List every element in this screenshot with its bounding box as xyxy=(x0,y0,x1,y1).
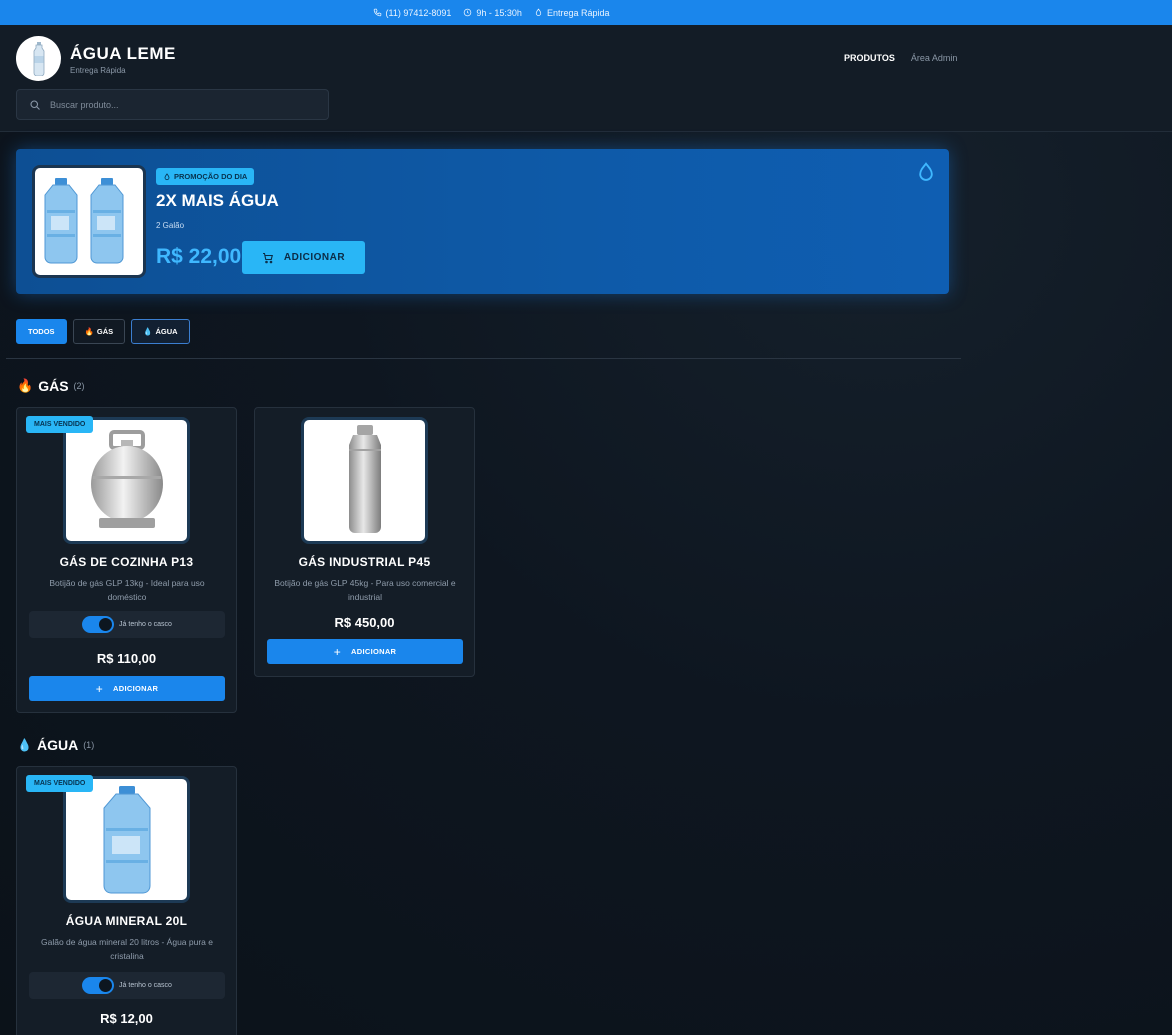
water-bottle-icon xyxy=(33,41,44,76)
filter-gas[interactable]: 🔥 GÁS xyxy=(72,319,126,344)
filter-agua[interactable]: 💧 ÁGUA xyxy=(131,319,190,344)
fire-icon: 🔥 xyxy=(84,327,94,336)
product-image xyxy=(63,776,190,903)
phone-info: (11) 97412-8091 xyxy=(373,7,452,18)
product-description: Botijão de gás GLP 45kg - Para uso comer… xyxy=(274,578,456,602)
filter-todos-label: TODOS xyxy=(28,327,55,336)
promo-add-button[interactable]: ADICIONAR xyxy=(242,241,365,274)
phone-text: (11) 97412-8091 xyxy=(385,7,452,18)
add-button[interactable]: + ADICIONAR xyxy=(29,676,225,701)
promo-product-image xyxy=(32,165,146,278)
droplet-icon xyxy=(916,161,936,188)
add-button-label: ADICIONAR xyxy=(351,647,397,656)
own-casco-switch[interactable] xyxy=(82,977,115,994)
filter-gas-label: GÁS xyxy=(96,327,114,336)
product-price: R$ 110,00 xyxy=(96,651,157,666)
own-casco-toggle-row[interactable]: Já tenho o casco xyxy=(29,611,225,638)
nav-admin[interactable]: Área Admin xyxy=(911,53,958,63)
section-title-gas: 🔥 GÁS (2) xyxy=(17,378,85,394)
best-seller-badge: MAIS VENDIDO xyxy=(26,775,94,792)
filter-agua-label: ÁGUA xyxy=(155,327,178,336)
brand-logo[interactable] xyxy=(16,36,61,81)
product-image xyxy=(63,417,190,544)
search-icon xyxy=(30,99,40,110)
main-nav: PRODUTOS Área Admin xyxy=(844,53,957,63)
brand-tagline: Entrega Rápida xyxy=(70,66,126,75)
clock-icon xyxy=(464,8,472,17)
product-name: GÁS INDUSTRIAL P45 xyxy=(298,555,431,569)
gas-cylinder-p13-image xyxy=(90,429,163,528)
hours-text: 9h - 15:30h xyxy=(476,7,522,18)
toggle-label: Já tenho o casco xyxy=(119,982,172,989)
plus-icon: + xyxy=(95,681,104,696)
toggle-label: Já tenho o casco xyxy=(119,621,172,628)
product-description: Galão de água mineral 20 litros - Água p… xyxy=(41,937,213,961)
add-button[interactable]: + ADICIONAR xyxy=(267,639,463,664)
product-card-gas-p13: MAIS VENDIDO GÁS DE COZINHA P13 Botijão … xyxy=(16,407,237,713)
cart-icon xyxy=(262,252,273,263)
droplet-icon xyxy=(164,172,170,180)
section-divider xyxy=(6,358,961,359)
site-header: ÁGUA LEME Entrega Rápida PRODUTOS Área A… xyxy=(0,25,1172,132)
section-name: GÁS xyxy=(38,378,69,394)
promo-price: R$ 22,00 xyxy=(156,245,242,268)
filter-todos[interactable]: TODOS xyxy=(16,319,67,344)
droplet-icon: 💧 xyxy=(17,738,32,752)
promo-badge: PROMOÇÃO DO DIA xyxy=(156,168,255,185)
add-button-label: ADICIONAR xyxy=(113,684,159,693)
water-gallons-image xyxy=(44,177,124,263)
search-input[interactable] xyxy=(50,99,310,110)
product-name: GÁS DE COZINHA P13 xyxy=(59,555,194,569)
section-count: (2) xyxy=(73,381,85,391)
brand-name: ÁGUA LEME xyxy=(70,44,176,63)
product-price: R$ 12,00 xyxy=(100,1011,153,1026)
product-name: ÁGUA MINERAL 20L xyxy=(65,914,188,928)
promo-banner: PROMOÇÃO DO DIA 2X MAIS ÁGUA 2 Galão R$ … xyxy=(16,149,949,294)
product-image xyxy=(301,417,428,544)
promo-title: 2X MAIS ÁGUA xyxy=(156,191,279,210)
top-info-bar: (11) 97412-8091 9h - 15:30h Entrega Rápi… xyxy=(0,0,1172,25)
nav-produtos[interactable]: PRODUTOS xyxy=(844,53,895,63)
own-casco-switch[interactable] xyxy=(82,616,115,633)
gas-cylinder-p45-image xyxy=(348,425,381,533)
promo-add-label: ADICIONAR xyxy=(283,252,346,263)
best-seller-badge: MAIS VENDIDO xyxy=(26,416,94,433)
promo-subtitle: 2 Galão xyxy=(156,221,185,230)
promo-badge-text: PROMOÇÃO DO DIA xyxy=(174,172,248,181)
product-price: R$ 450,00 xyxy=(334,615,395,630)
section-title-agua: 💧 ÁGUA (1) xyxy=(17,737,94,753)
fire-icon: 🔥 xyxy=(17,378,34,393)
hours-info: 9h - 15:30h xyxy=(463,8,522,18)
droplet-icon: 💧 xyxy=(143,327,153,336)
section-count: (1) xyxy=(83,740,95,750)
product-description: Botijão de gás GLP 13kg - Ideal para uso… xyxy=(49,578,205,602)
droplet-icon xyxy=(535,8,542,16)
product-card-gas-p45: GÁS INDUSTRIAL P45 Botijão de gás GLP 45… xyxy=(254,407,475,677)
section-name: ÁGUA xyxy=(36,737,79,753)
own-casco-toggle-row[interactable]: Já tenho o casco xyxy=(29,972,225,999)
search-box[interactable] xyxy=(16,89,329,120)
delivery-info: Entrega Rápida xyxy=(534,7,610,18)
product-card-agua-20l: MAIS VENDIDO ÁGUA MINERAL 20L Galão de á… xyxy=(16,766,237,1035)
category-filters: TODOS 🔥 GÁS 💧 ÁGUA xyxy=(16,319,190,344)
plus-icon: + xyxy=(333,644,342,659)
delivery-text: Entrega Rápida xyxy=(546,7,610,18)
water-gallon-image xyxy=(103,785,150,893)
phone-icon xyxy=(373,8,381,17)
